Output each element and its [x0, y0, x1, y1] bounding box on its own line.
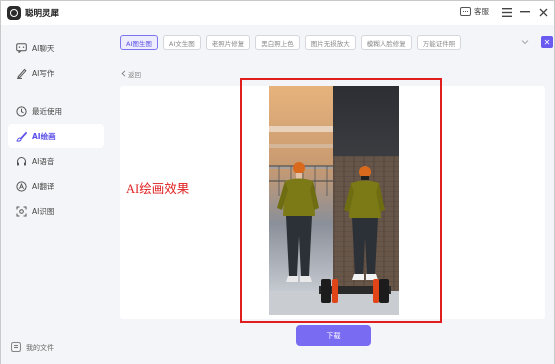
- sidebar: AI聊天 AI写作 最近使用 AI绘画 AI语音 AI翻译 AI识图 我的文件: [1, 25, 109, 364]
- sidebar-item-label: AI识图: [32, 206, 55, 216]
- app-title: 聪明灵犀: [25, 9, 60, 19]
- tab-face-restore[interactable]: 模糊人脸修复: [360, 35, 412, 50]
- sidebar-item-label: AI翻译: [32, 181, 55, 191]
- download-button[interactable]: 下载: [296, 325, 371, 346]
- scan-icon: [15, 205, 27, 217]
- tab-text-to-image[interactable]: AI文生图: [162, 35, 201, 50]
- chat-icon: [15, 42, 27, 54]
- sidebar-item-label: AI语音: [32, 156, 55, 166]
- chevron-left-icon: [121, 69, 126, 79]
- brush-icon: [15, 130, 27, 142]
- chevron-down-icon[interactable]: [521, 38, 529, 46]
- back-button[interactable]: 返回: [121, 69, 141, 79]
- my-files-label: 我的文件: [26, 344, 54, 352]
- sidebar-item-ai-chat[interactable]: AI聊天: [8, 36, 104, 60]
- tab-image-to-image[interactable]: AI图生图: [120, 35, 158, 50]
- sidebar-item-label: AI绘画: [32, 131, 56, 141]
- clock-icon: [15, 105, 27, 117]
- back-label: 返回: [128, 71, 141, 79]
- headset-icon: [15, 155, 27, 167]
- main-content: AI图生图 AI文生图 老照片修复 黑白照上色 图片无损放大 模糊人脸修复 万能…: [109, 25, 554, 364]
- message-icon: [460, 7, 471, 16]
- sidebar-item-ai-painting[interactable]: AI绘画: [8, 124, 104, 148]
- menu-icon[interactable]: [501, 6, 513, 18]
- pen-icon: [15, 67, 27, 79]
- sidebar-item-label: 最近使用: [32, 106, 62, 116]
- sidebar-item-ai-writing[interactable]: AI写作: [8, 61, 104, 85]
- tab-colorize[interactable]: 黑白照上色: [255, 35, 300, 50]
- customer-service-label: 客服: [474, 7, 489, 16]
- tab-id-photo[interactable]: 万能证件照: [416, 35, 462, 50]
- collapse-panel-icon[interactable]: ✕: [541, 36, 553, 48]
- customer-service-button[interactable]: 客服: [460, 6, 489, 17]
- sidebar-item-ai-translate[interactable]: AI翻译: [8, 174, 104, 198]
- tab-lossless-upscale[interactable]: 图片无损放大: [304, 35, 356, 50]
- sidebar-item-ai-image-recognition[interactable]: AI识图: [8, 199, 104, 223]
- sidebar-item-ai-voice[interactable]: AI语音: [8, 149, 104, 173]
- folder-icon: [11, 342, 21, 354]
- feature-tabs: AI图生图 AI文生图 老照片修复 黑白照上色 图片无损放大 模糊人脸修复 万能…: [120, 35, 462, 50]
- app-window: 聪明灵犀 客服 AI聊天 AI写作 最近使用 AI绘画 AI语音 AI翻译 AI…: [0, 0, 555, 364]
- title-bar: 聪明灵犀 客服: [1, 1, 554, 25]
- result-panel: AI绘画效果: [120, 78, 545, 323]
- tab-old-photo-restore[interactable]: 老照片修复: [205, 35, 251, 50]
- translate-icon: [15, 180, 27, 192]
- app-logo-icon: [7, 6, 21, 20]
- annotation-label: AI绘画效果: [126, 182, 190, 196]
- close-icon[interactable]: [537, 6, 549, 18]
- my-files-button[interactable]: 我的文件: [11, 342, 54, 354]
- sidebar-item-label: AI聊天: [32, 43, 55, 53]
- minimize-icon[interactable]: [519, 6, 531, 18]
- sidebar-item-recent[interactable]: 最近使用: [8, 99, 104, 123]
- sidebar-item-label: AI写作: [32, 68, 55, 78]
- highlight-frame: [240, 78, 442, 323]
